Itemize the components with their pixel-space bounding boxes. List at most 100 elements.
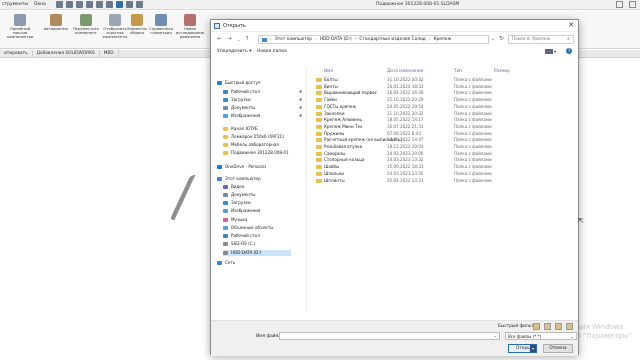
tab-edit[interactable]: итировать bbox=[0, 50, 33, 57]
chevron-down-icon[interactable]: ⌄ bbox=[491, 36, 495, 42]
nav-item-label: OneDrive - Personal bbox=[225, 164, 266, 169]
list-item[interactable]: Заклепки 21.10.2022 20:32 Папка с файлами bbox=[311, 111, 579, 117]
list-item[interactable]: Крепеж Мини Тех 30.07.2022 21:31 Папка с ф… bbox=[311, 124, 579, 130]
search-input[interactable]: Поиск в: Крепеж ⌕ bbox=[508, 35, 574, 44]
undo-icon[interactable] bbox=[106, 1, 113, 8]
view-options-icon[interactable] bbox=[545, 49, 553, 54]
list-item[interactable]: Винты 26.01.2024 18:33 Папка с файлами bbox=[311, 84, 579, 90]
nav-item[interactable]: Объемные объекты bbox=[223, 225, 274, 231]
list-item[interactable]: Шайбы 15.09.2022 18:33 Папка с файлами bbox=[311, 164, 579, 170]
nav-item[interactable]: Рабочий стол ✱ bbox=[223, 89, 302, 95]
list-item[interactable]: Расчетный крепеж (не выписывать) 04.06.20… bbox=[311, 137, 579, 143]
tab-addins[interactable]: Добавления SOLIDWORKS bbox=[33, 50, 100, 57]
tab-mbd[interactable]: MBD bbox=[100, 50, 119, 57]
close-icon[interactable]: ✕ bbox=[568, 21, 574, 29]
list-item[interactable]: Резьбовая втулка 18.12.2022 19:04 Папка с … bbox=[311, 144, 579, 150]
up-icon[interactable]: ↑ bbox=[245, 36, 250, 42]
column-type[interactable]: Тип bbox=[454, 68, 462, 73]
filter-top-level-icon[interactable] bbox=[566, 323, 573, 330]
open-options-chevron-icon[interactable]: ▾ bbox=[530, 345, 536, 352]
file-type: Папка с файлами bbox=[454, 130, 492, 136]
file-name-input[interactable]: ⌄ bbox=[279, 332, 500, 340]
list-item[interactable]: Болты 31.10.2022 20:32 Папка с файлами bbox=[311, 77, 579, 83]
pin-icon[interactable]: ✱ bbox=[299, 89, 302, 95]
filter-parts-icon[interactable] bbox=[533, 323, 540, 330]
nav-item[interactable]: Рабочий стол bbox=[223, 233, 260, 239]
view-dropdown-icon[interactable]: ▾ bbox=[554, 49, 556, 54]
help-icon[interactable]: ? bbox=[566, 48, 572, 54]
tool-smart-fasteners[interactable]: Автокрепеж bbox=[40, 14, 72, 31]
file-date: 30.07.2022 21:31 bbox=[387, 123, 424, 129]
nav-item[interactable]: Ломкарон 250х6 (09Г2С) bbox=[223, 134, 284, 140]
pin-icon[interactable]: ✱ bbox=[299, 105, 302, 111]
column-name[interactable]: Имя bbox=[324, 68, 333, 73]
maximize-icon[interactable] bbox=[629, 1, 636, 8]
refresh-icon[interactable]: ↻ bbox=[499, 35, 504, 42]
menu-window[interactable]: Окно bbox=[34, 2, 46, 7]
nav-item[interactable]: Быстрый доступ bbox=[217, 80, 261, 86]
new-file-icon[interactable] bbox=[66, 1, 73, 8]
filter-drawings-icon[interactable] bbox=[555, 323, 562, 330]
nav-item[interactable]: Изображения ✱ bbox=[223, 113, 302, 119]
breadcrumb-standard-parts[interactable]: Стандартные изделия Солид bbox=[359, 37, 425, 42]
file-type-select[interactable]: Все файлы (*.*) ⌄ bbox=[505, 332, 577, 340]
list-item[interactable]: Выравнивающий подвес 26.04.2022 16:36 Папк… bbox=[311, 90, 579, 96]
nav-item[interactable]: Музыка bbox=[223, 217, 247, 223]
nav-item[interactable]: Загрузки ✱ bbox=[223, 97, 302, 103]
breadcrumb-drive[interactable]: HDD-DATA (D:) bbox=[320, 37, 352, 42]
back-icon[interactable]: ← bbox=[217, 36, 222, 42]
nav-item[interactable]: Загрузки bbox=[223, 200, 251, 206]
select-icon[interactable] bbox=[116, 1, 123, 8]
address-bar[interactable]: › Этот компьютер › HDD-DATA (D:) › Станд… bbox=[258, 35, 489, 44]
options-icon[interactable] bbox=[136, 1, 143, 8]
forward-icon[interactable]: → bbox=[227, 36, 232, 42]
rebuild-icon[interactable] bbox=[126, 1, 133, 8]
recent-dropdown-icon[interactable]: ⌄ bbox=[237, 37, 240, 42]
list-item[interactable]: Стопорные кольца 24.03.2023 13:32 Папка с … bbox=[311, 157, 579, 163]
nav-item[interactable]: Этот компьютер bbox=[217, 176, 261, 182]
nav-item[interactable]: SSD-OS (C:) bbox=[223, 241, 256, 247]
cancel-button[interactable]: Отмена bbox=[543, 344, 573, 353]
video-icon bbox=[223, 185, 228, 189]
minimize-icon[interactable] bbox=[616, 1, 623, 8]
list-item[interactable]: Пружины 07.08.2022 8:43 Папка с файлами bbox=[311, 131, 579, 137]
menu-tools[interactable]: струменты bbox=[2, 2, 28, 7]
breadcrumb-fasteners[interactable]: Крепеж bbox=[433, 37, 451, 42]
filter-assemblies-icon[interactable] bbox=[544, 323, 551, 330]
nav-item[interactable]: HDD-DATA (D:) bbox=[223, 250, 291, 256]
pin-icon[interactable]: ✱ bbox=[299, 97, 302, 103]
breadcrumb-this-pc[interactable]: Этот компьютер bbox=[275, 37, 312, 42]
nav-item[interactable]: Мебель лабораторная bbox=[223, 142, 279, 148]
save-icon[interactable] bbox=[86, 1, 93, 8]
file-date: 18.05.2022 14:17 bbox=[387, 117, 424, 123]
nav-item[interactable]: Изображения bbox=[223, 208, 260, 214]
list-item[interactable]: Шпильки 24.03.2023 13:35 Папка с файлами bbox=[311, 171, 579, 177]
list-item[interactable]: Крепеж Алюминь 18.05.2022 14:17 Папка с фа… bbox=[311, 117, 579, 123]
nav-item[interactable]: Канал ЮТУБ bbox=[223, 126, 258, 132]
open-file-icon[interactable] bbox=[76, 1, 83, 8]
organize-button[interactable]: Упорядочить ▾ bbox=[217, 49, 251, 54]
tool-new-motion-study[interactable]: Новое исследование движения bbox=[174, 14, 206, 40]
nav-item[interactable]: Документы bbox=[223, 192, 256, 198]
nav-item[interactable]: Видео bbox=[223, 184, 244, 190]
list-item[interactable]: Шплинты 05.04.2022 13:31 Папка с файлами bbox=[311, 178, 579, 184]
nav-item[interactable]: Подвижное 301228.008-01 bbox=[223, 150, 289, 156]
column-size[interactable]: Размер bbox=[494, 68, 510, 73]
tool-move-component[interactable]: Переместить компонент bbox=[70, 14, 102, 35]
nav-item[interactable]: Сеть bbox=[217, 260, 235, 266]
tool-reference-geometry[interactable]: Справочная геометрия bbox=[145, 14, 177, 35]
chevron-down-icon[interactable]: ⌄ bbox=[494, 333, 497, 338]
tool-linear-pattern[interactable]: Линейный массив компонентов bbox=[4, 14, 36, 40]
new-folder-button[interactable]: Новая папка bbox=[257, 49, 287, 54]
list-item[interactable]: ГОСТы крепеж 24.05.2022 19:54 Папка с файл… bbox=[311, 104, 579, 110]
list-item[interactable]: Саморезы 24.03.2023 20:00 Папка с файлами bbox=[311, 151, 579, 157]
nav-item[interactable]: Документы ✱ bbox=[223, 105, 302, 111]
column-date[interactable]: Дата изменения bbox=[387, 68, 423, 73]
pin-icon[interactable]: ✱ bbox=[299, 113, 302, 119]
nav-item[interactable]: OneDrive - Personal bbox=[217, 164, 266, 170]
search-placeholder: Поиск в: Крепеж bbox=[512, 37, 551, 42]
print-icon[interactable] bbox=[96, 1, 103, 8]
home-icon[interactable] bbox=[56, 1, 63, 8]
list-item[interactable]: Гайки 21.10.2022 20:29 Папка с файлами bbox=[311, 97, 579, 103]
open-button[interactable]: Открыть ▾ bbox=[508, 344, 537, 353]
